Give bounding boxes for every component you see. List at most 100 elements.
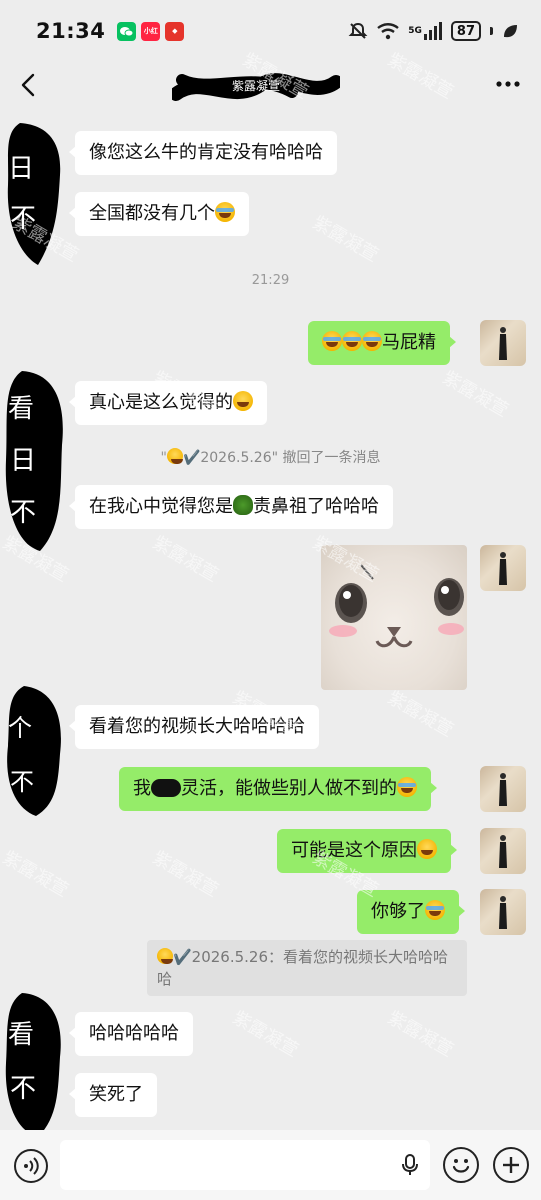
message-bubble-sent[interactable]: 可能是这个原因 (277, 829, 457, 873)
redacted-avatar: 个 不 (7, 686, 61, 816)
voice-input-button[interactable] (14, 1149, 48, 1183)
chat-input-bar (0, 1130, 541, 1200)
microphone-icon[interactable] (402, 1154, 418, 1176)
grin-emoji-icon (417, 839, 437, 859)
status-app-icons: 小红 ◆ (117, 21, 185, 41)
status-time: 21:34 (36, 19, 106, 43)
laughing-tears-emoji-icon (397, 777, 417, 797)
laughing-tears-emoji-icon (362, 331, 382, 351)
message-bubble-sent[interactable]: 我 灵活，能做些别人做不到的 (119, 767, 437, 811)
message-bubble-received[interactable]: 笑死了 (69, 1073, 157, 1117)
message-bubble-received[interactable]: 真心是这么觉得的 (69, 381, 267, 425)
my-avatar[interactable] (480, 828, 526, 874)
message-text: 真心是这么觉得的 (89, 392, 233, 413)
avatar-figure (499, 552, 507, 585)
watermark: 紫露凝萱 (438, 367, 512, 422)
signal-icon: 5G (408, 22, 443, 40)
message-bubble-received[interactable]: 在我心中觉得您是 责鼻祖了哈哈哈 (69, 485, 393, 529)
message-text: 灵活，能做些别人做不到的 (181, 778, 397, 799)
svg-text:看: 看 (8, 394, 34, 424)
message-bubble-received[interactable]: 全国都没有几个 (69, 192, 249, 236)
message-text: 马屁精 (382, 332, 436, 353)
redacted-text-scribble (151, 779, 181, 797)
watermark: 紫露凝萱 (0, 847, 72, 902)
status-bar: 21:34 小红 ◆ 5G 87 (0, 0, 541, 62)
more-actions-button[interactable] (493, 1147, 529, 1183)
message-bubble-received[interactable]: 像您这么牛的肯定没有哈哈哈 (69, 131, 337, 175)
smiley-face-icon (452, 1159, 470, 1173)
recall-quote-mark: " (160, 450, 167, 466)
message-text: 责鼻祖了哈哈哈 (253, 496, 379, 517)
my-avatar[interactable] (480, 766, 526, 812)
cat-face-illustration (329, 564, 464, 648)
watermark: 紫露凝萱 (228, 1007, 302, 1062)
watermark: 紫露凝萱 (308, 212, 382, 267)
laughing-tears-emoji-icon (215, 202, 235, 222)
avatar-figure (499, 835, 507, 868)
leaf-icon (501, 22, 519, 40)
more-button[interactable] (493, 72, 523, 96)
battery-tip (490, 27, 493, 35)
message-text: 在我心中觉得您是 (89, 496, 233, 517)
my-avatar[interactable] (480, 889, 526, 935)
battery-level: 87 (456, 23, 475, 39)
watermark: 紫露凝萱 (148, 847, 222, 902)
laughing-tears-emoji-icon (322, 331, 342, 351)
laughing-tears-emoji-icon (342, 331, 362, 351)
grinning-emoji-icon (233, 391, 253, 411)
svg-text:看: 看 (8, 1020, 34, 1050)
message-bubble-sent[interactable]: 你够了 (357, 890, 465, 934)
message-text: 像您这么牛的肯定没有哈哈哈 (89, 142, 323, 163)
svg-text:不: 不 (10, 204, 36, 234)
back-button[interactable] (14, 70, 42, 100)
wechat-app-icon (117, 21, 137, 41)
svg-text:日: 日 (8, 154, 34, 184)
quoted-text: ✔️2026.5.26：看着您的视频长大哈哈哈哈 (157, 948, 449, 988)
message-bubble-received[interactable]: 哈哈哈哈哈 (69, 1012, 193, 1056)
message-timestamp: 21:29 (251, 273, 290, 288)
watermark: 紫露凝萱 (148, 532, 222, 587)
message-text: 你够了 (371, 901, 425, 922)
red-app-icon: ◆ (165, 21, 185, 41)
title-watermark: 紫露凝萱 (232, 78, 280, 93)
network-type: 5G (408, 26, 422, 36)
laughing-tears-emoji-icon (425, 900, 445, 920)
status-right: 5G 87 (348, 21, 519, 41)
wifi-icon (376, 22, 400, 40)
recall-sender-name: ✔️2026.5.26" (182, 450, 279, 466)
svg-text:不: 不 (10, 1074, 36, 1104)
avatar-figure (499, 773, 507, 806)
message-input[interactable] (60, 1140, 430, 1190)
battery-indicator: 87 (450, 21, 481, 41)
message-text: 哈哈哈哈哈 (89, 1023, 179, 1044)
smile-emoji-icon (166, 448, 183, 464)
watermark: 紫露凝萱 (383, 1007, 457, 1062)
message-bubble-sent[interactable]: 马屁精 (308, 321, 456, 365)
my-avatar[interactable] (480, 545, 526, 591)
back-chevron-icon (21, 73, 35, 97)
plus-icon (503, 1157, 519, 1173)
quoted-message[interactable]: ✔️2026.5.26：看着您的视频长大哈哈哈哈 (147, 940, 467, 996)
watermark: 紫露凝萱 (383, 687, 457, 742)
redacted-avatar: 看 不 (5, 993, 61, 1137)
message-text: 看着您的视频长大哈哈哈哈 (89, 716, 305, 737)
message-text: 可能是这个原因 (291, 840, 417, 861)
cat-sticker[interactable] (321, 545, 467, 690)
message-text: 笑死了 (89, 1084, 143, 1105)
message-text: 我 (133, 778, 151, 799)
message-bubble-received[interactable]: 看着您的视频长大哈哈哈哈 (69, 705, 319, 749)
voice-wave-icon (24, 1157, 39, 1175)
mute-bell-icon (348, 21, 368, 41)
chat-header: 紫露凝萱 (0, 62, 541, 110)
emoji-button[interactable] (443, 1147, 479, 1183)
smile-emoji-icon (157, 948, 173, 964)
my-avatar[interactable] (480, 320, 526, 366)
svg-text:不: 不 (10, 498, 36, 528)
svg-text:不: 不 (10, 768, 34, 796)
recall-notice: " ✔️2026.5.26" 撤回了一条消息 (0, 447, 541, 467)
redacted-avatar: 日 不 (7, 123, 61, 265)
message-text: 全国都没有几个 (89, 203, 215, 224)
turtle-emoji-icon (233, 495, 253, 515)
avatar-figure (499, 896, 507, 929)
recall-notice-text: 撤回了一条消息 (282, 450, 381, 466)
